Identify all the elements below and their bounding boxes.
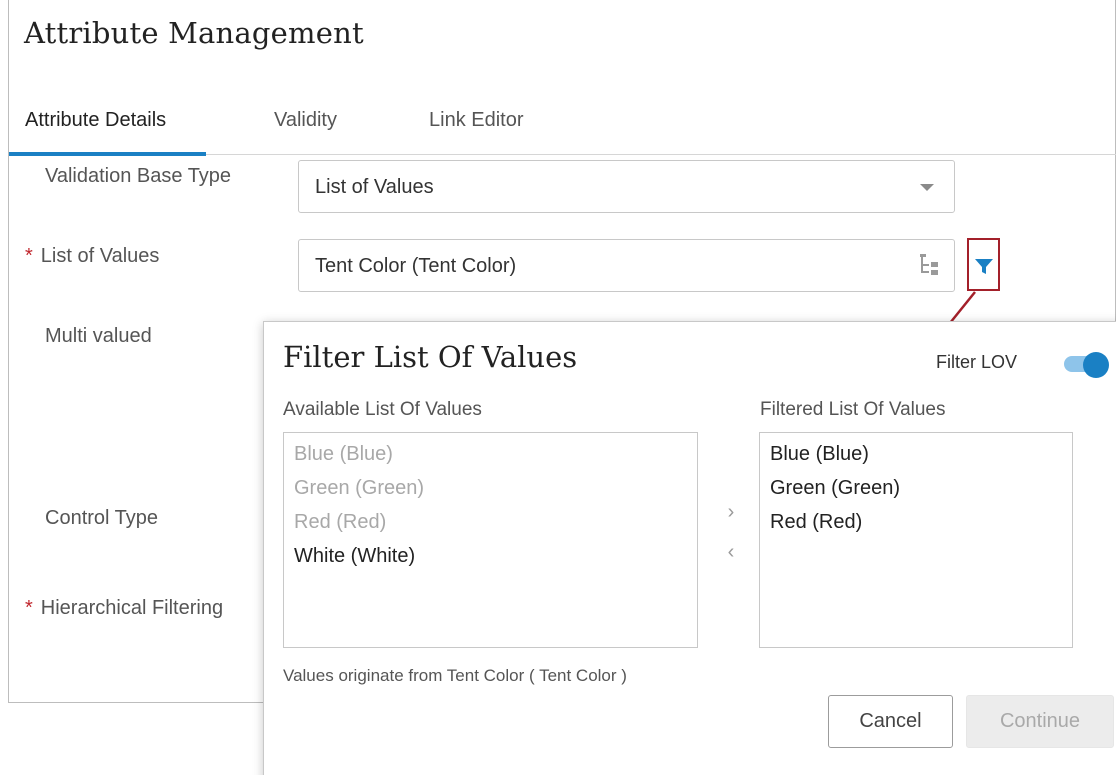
list-item[interactable]: Green (Green) — [294, 471, 424, 505]
filter-lov-button[interactable] — [967, 238, 1000, 291]
toggle-knob — [1083, 352, 1109, 378]
continue-button[interactable]: Continue — [966, 695, 1114, 748]
values-origin-note: Values originate from Tent Color ( Tent … — [283, 666, 627, 685]
chevron-down-icon — [920, 184, 934, 191]
move-left-button[interactable]: ‹ — [722, 541, 740, 563]
list-item[interactable]: Green (Green) — [770, 471, 900, 505]
tree-browse-icon[interactable] — [918, 253, 940, 277]
hierarchical-filtering-label: * Hierarchical Filtering — [25, 597, 223, 620]
dialog-title: Filter List Of Values — [283, 340, 578, 374]
list-of-values-label-text: List of Values — [40, 245, 160, 267]
list-item[interactable]: Red (Red) — [770, 505, 900, 539]
filter-lov-toggle[interactable] — [1064, 352, 1109, 378]
tab-bar: Attribute Details Validity Link Editor — [8, 100, 1116, 156]
list-of-values-value: Tent Color (Tent Color) — [315, 255, 517, 277]
multi-valued-label: Multi valued — [45, 325, 152, 347]
hierarchical-filtering-label-text: Hierarchical Filtering — [40, 597, 224, 619]
validation-base-type-label: Validation Base Type — [45, 165, 232, 187]
list-item[interactable]: Blue (Blue) — [294, 437, 424, 471]
filtered-list-box[interactable]: Blue (Blue) Green (Green) Red (Red) — [759, 432, 1073, 648]
list-item[interactable]: Red (Red) — [294, 505, 424, 539]
control-type-label: Control Type — [45, 507, 159, 529]
list-item[interactable]: Blue (Blue) — [770, 437, 900, 471]
available-list-box[interactable]: Blue (Blue) Green (Green) Red (Red) Whit… — [283, 432, 698, 648]
filter-icon — [975, 259, 993, 274]
page-title: Attribute Management — [24, 16, 364, 50]
validation-base-type-select[interactable]: List of Values — [298, 160, 955, 213]
cancel-button[interactable]: Cancel — [828, 695, 953, 748]
available-list-heading: Available List Of Values — [283, 399, 482, 420]
tab-link-editor[interactable]: Link Editor — [429, 100, 524, 155]
filter-lov-dialog: Filter List Of Values Filter LOV Availab… — [263, 321, 1116, 775]
list-item[interactable]: White (White) — [294, 539, 424, 573]
tab-validity[interactable]: Validity — [274, 100, 337, 155]
list-of-values-input[interactable]: Tent Color (Tent Color) — [298, 239, 955, 292]
required-indicator: * — [25, 245, 33, 267]
required-indicator: * — [25, 597, 33, 619]
validation-base-type-value: List of Values — [315, 176, 434, 198]
filter-lov-toggle-label: Filter LOV — [936, 352, 1018, 372]
filtered-list-heading: Filtered List Of Values — [760, 399, 946, 420]
move-right-button[interactable]: › — [722, 501, 740, 523]
tab-attribute-details[interactable]: Attribute Details — [8, 100, 207, 156]
list-of-values-label: * List of Values — [25, 245, 159, 268]
